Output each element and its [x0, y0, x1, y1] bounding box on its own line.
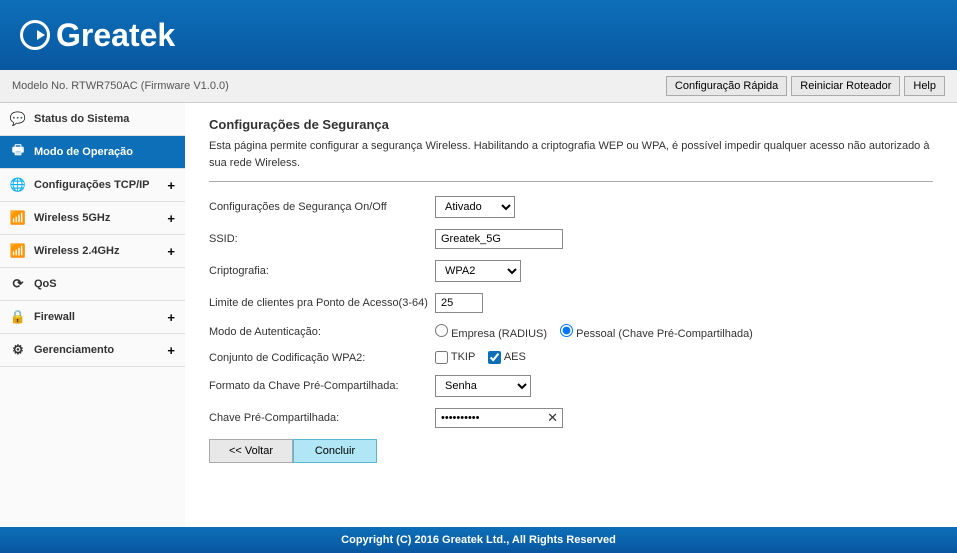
page-description: Esta página permite configurar a seguran…	[209, 138, 933, 171]
psk-label: Chave Pré-Compartilhada:	[209, 412, 435, 424]
auth-psk-option[interactable]: Pessoal (Chave Pré-Compartilhada)	[560, 328, 753, 340]
submit-button[interactable]: Concluir	[293, 439, 377, 463]
sidebar-item-tcpip[interactable]: 🌐 Configurações TCP/IP +	[0, 169, 185, 202]
tkip-checkbox[interactable]	[435, 351, 448, 364]
footer: Copyright (C) 2016 Greatek Ltd., All Rig…	[0, 527, 957, 553]
sidebar: 💬 Status do Sistema 🖶 Modo de Operação 🌐…	[0, 103, 185, 533]
sidebar-item-firewall[interactable]: 🔒 Firewall +	[0, 301, 185, 334]
psk-input[interactable]	[435, 408, 563, 428]
cipher-label: Criptografia:	[209, 265, 435, 277]
auth-radius-radio[interactable]	[435, 324, 448, 337]
expand-icon: +	[167, 343, 175, 358]
sidebar-item-label: Modo de Operação	[34, 146, 133, 158]
sidebar-item-label: Wireless 2.4GHz	[34, 245, 120, 257]
main-panel: Configurações de Segurança Esta página p…	[185, 103, 957, 533]
opmode-icon: 🖶	[10, 144, 26, 160]
button-row: << Voltar Concluir	[209, 439, 933, 463]
expand-icon: +	[167, 178, 175, 193]
sidebar-item-wifi5[interactable]: 📶 Wireless 5GHz +	[0, 202, 185, 235]
ssid-label: SSID:	[209, 233, 435, 245]
cipher-select[interactable]: WPA2	[435, 260, 521, 282]
aes-checkbox[interactable]	[488, 351, 501, 364]
expand-icon: +	[167, 244, 175, 259]
wifi-icon: 📶	[10, 243, 26, 259]
client-limit-input[interactable]	[435, 293, 483, 313]
key-format-label: Formato da Chave Pré-Compartilhada:	[209, 380, 435, 392]
brand-text: Greatek	[56, 17, 175, 54]
subheader: Modelo No. RTWR750AC (Firmware V1.0.0) C…	[0, 70, 957, 103]
security-onoff-select[interactable]: Ativado	[435, 196, 515, 218]
auth-psk-radio[interactable]	[560, 324, 573, 337]
aes-option[interactable]: AES	[488, 351, 525, 363]
sidebar-item-management[interactable]: ⚙ Gerenciamento +	[0, 334, 185, 367]
brand-logo: Greatek	[20, 17, 175, 54]
page-title: Configurações de Segurança	[209, 117, 933, 132]
globe-icon: 🌐	[10, 177, 26, 193]
back-button[interactable]: << Voltar	[209, 439, 293, 463]
tkip-option[interactable]: TKIP	[435, 351, 475, 363]
wpa2-cipher-group: TKIP AES	[435, 351, 536, 364]
status-icon: 💬	[10, 111, 26, 127]
auth-mode-group: Empresa (RADIUS) Pessoal (Chave Pré-Comp…	[435, 324, 763, 340]
auth-radius-option[interactable]: Empresa (RADIUS)	[435, 328, 547, 340]
sidebar-item-label: Firewall	[34, 311, 75, 323]
sidebar-item-opmode[interactable]: 🖶 Modo de Operação	[0, 136, 185, 169]
sidebar-item-qos[interactable]: ⟳ QoS	[0, 268, 185, 301]
client-limit-label: Limite de clientes pra Ponto de Acesso(3…	[209, 297, 435, 309]
sidebar-item-label: Wireless 5GHz	[34, 212, 110, 224]
model-info: Modelo No. RTWR750AC (Firmware V1.0.0)	[12, 80, 229, 92]
key-format-select[interactable]: Senha	[435, 375, 531, 397]
wifi-icon: 📶	[10, 210, 26, 226]
sidebar-item-status[interactable]: 💬 Status do Sistema	[0, 103, 185, 136]
ssid-input[interactable]	[435, 229, 563, 249]
lock-icon: 🔒	[10, 309, 26, 325]
sidebar-item-label: Gerenciamento	[34, 344, 114, 356]
sidebar-item-label: Configurações TCP/IP	[34, 179, 150, 191]
security-onoff-label: Configurações de Segurança On/Off	[209, 201, 435, 213]
wpa2-cipher-label: Conjunto de Codificação WPA2:	[209, 352, 435, 364]
divider	[209, 181, 933, 182]
expand-icon: +	[167, 211, 175, 226]
reboot-button[interactable]: Reiniciar Roteador	[791, 76, 900, 96]
qos-icon: ⟳	[10, 276, 26, 292]
header: Greatek	[0, 0, 957, 70]
auth-mode-label: Modo de Autenticação:	[209, 326, 435, 338]
help-button[interactable]: Help	[904, 76, 945, 96]
quick-setup-button[interactable]: Configuração Rápida	[666, 76, 787, 96]
brand-icon	[20, 20, 50, 50]
sidebar-item-label: QoS	[34, 278, 57, 290]
expand-icon: +	[167, 310, 175, 325]
sidebar-item-label: Status do Sistema	[34, 113, 129, 125]
sidebar-item-wifi24[interactable]: 📶 Wireless 2.4GHz +	[0, 235, 185, 268]
clear-icon[interactable]: ✕	[547, 410, 558, 426]
gear-icon: ⚙	[10, 342, 26, 358]
header-button-group: Configuração Rápida Reiniciar Roteador H…	[666, 76, 945, 96]
